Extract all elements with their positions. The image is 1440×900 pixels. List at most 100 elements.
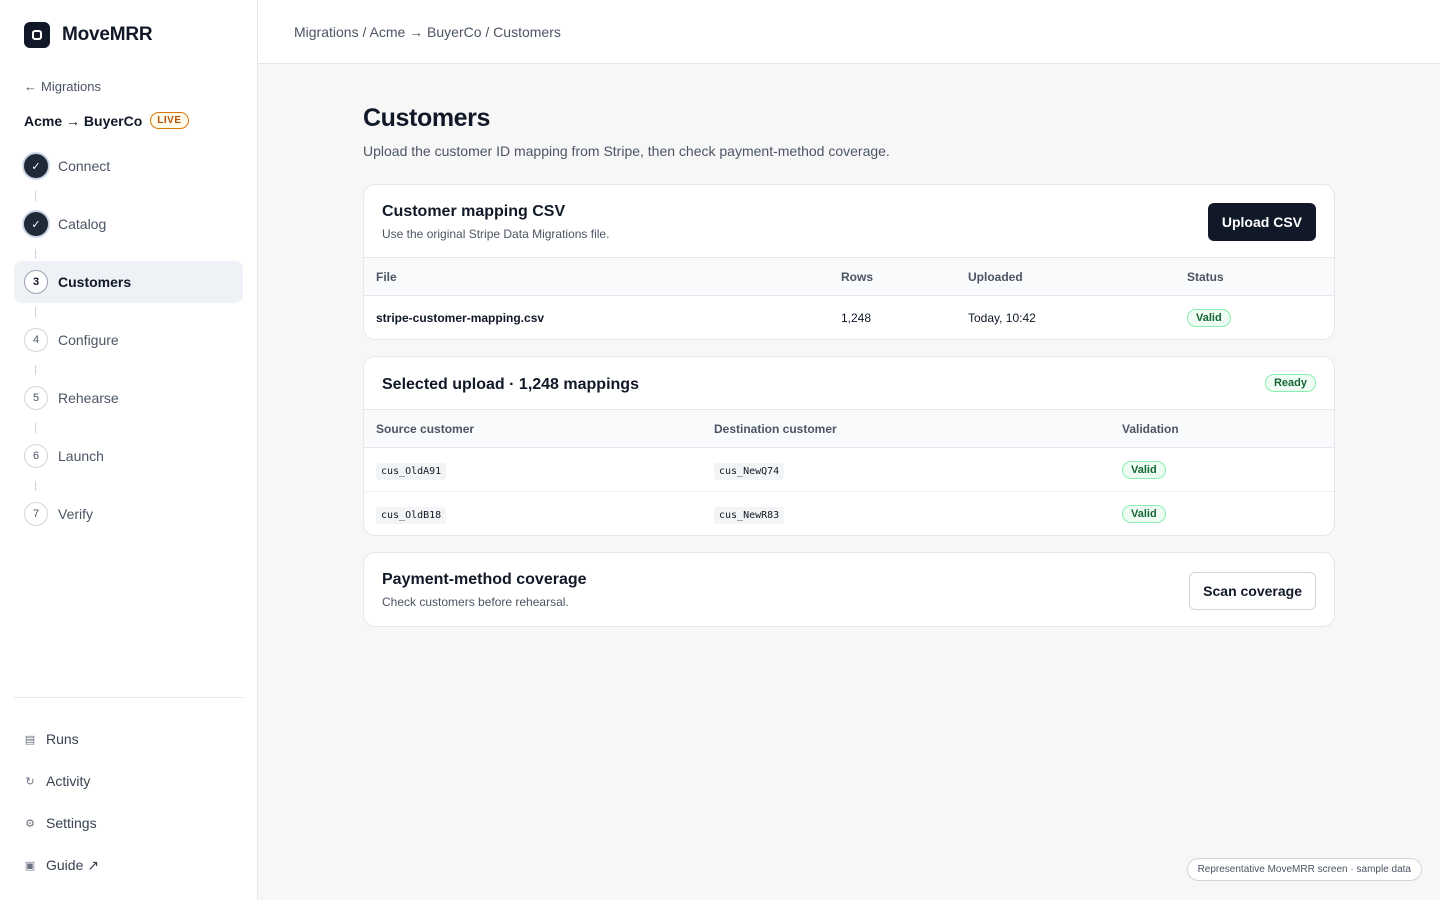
step-number: 4 <box>24 328 48 352</box>
coverage-card-text: Payment-method coverage Check customers … <box>382 553 1316 609</box>
upload-csv-button[interactable]: Upload CSV <box>1207 203 1316 241</box>
step-number: 7 <box>24 502 48 526</box>
mapping-card-header: Customer mapping CSV Use the original St… <box>364 185 1334 257</box>
mapping-card: Customer mapping CSV Use the original St… <box>363 184 1335 340</box>
breadcrumb[interactable]: Migrations / Acme → BuyerCo / Customers <box>294 24 561 40</box>
check-icon: ✓ <box>24 212 48 236</box>
step-label: Launch <box>58 448 104 464</box>
coverage-card: Payment-method coverage Check customers … <box>363 552 1335 627</box>
live-badge: LIVE <box>150 112 189 129</box>
sample-data-note: Representative MoveMRR screen · sample d… <box>1186 858 1422 881</box>
selected-card-title: Selected upload · 1,248 mappings <box>382 376 639 393</box>
book-icon: ▣ <box>24 859 36 872</box>
sidebar: MoveMRR ← Migrations Acme → BuyerCo LIVE… <box>0 0 258 900</box>
step-number: 6 <box>24 444 48 468</box>
status-badge: Valid <box>1187 308 1231 327</box>
sidebar-divider <box>14 697 243 698</box>
file-name[interactable]: stripe-customer-mapping.csv <box>364 296 829 340</box>
step-connector <box>35 365 36 375</box>
brand-name: MoveMRR <box>62 24 153 45</box>
table-row[interactable]: stripe-customer-mapping.csv 1,248 Today,… <box>364 296 1334 340</box>
steps-nav: ✓ Connect ✓ Catalog 3 Customers 4 Config… <box>14 145 243 551</box>
step-connector <box>35 307 36 317</box>
selected-card-header: Selected upload · 1,248 mappings Ready <box>364 357 1334 409</box>
coverage-card-description: Check customers before rehearsal. <box>382 595 569 609</box>
nav-runs[interactable]: ▤ Runs <box>24 718 99 760</box>
step-connect[interactable]: ✓ Connect <box>14 145 243 187</box>
uploaded-time: Today, 10:42 <box>968 310 1036 325</box>
destination-cell: cus_NewQ74 <box>702 447 1110 492</box>
table-row[interactable]: cus_OldB18 cus_NewR83 Valid <box>364 492 1334 536</box>
source-customer-id: cus_OldB18 <box>376 506 447 524</box>
column-header[interactable]: Source customer <box>364 409 702 448</box>
column-header[interactable]: Validation <box>1110 409 1334 448</box>
step-label: Connect <box>58 158 111 174</box>
ready-badge: Ready <box>1264 374 1316 392</box>
topbar: Migrations / Acme → BuyerCo / Customers <box>258 0 1440 64</box>
column-header[interactable]: Uploaded <box>956 257 1175 296</box>
column-header[interactable]: Destination customer <box>702 409 1110 448</box>
step-label: Verify <box>58 506 94 522</box>
validation-cell: Valid <box>1110 492 1334 536</box>
migration-title: Acme → BuyerCo LIVE <box>24 112 189 129</box>
arrow-left-icon: ← <box>24 79 37 94</box>
source-cell: cus_OldA91 <box>364 447 702 492</box>
nav-activity[interactable]: ↻ Activity <box>24 760 99 802</box>
table-header-row: Source customer Destination customer Val… <box>364 409 1334 448</box>
page-subtitle: Upload the customer ID mapping from Stri… <box>363 143 890 159</box>
step-number: 3 <box>24 270 48 294</box>
step-launch[interactable]: 6 Launch <box>14 435 243 477</box>
step-label: Catalog <box>58 216 107 232</box>
mapping-card-text: Customer mapping CSV Use the original St… <box>382 185 1316 241</box>
list-icon: ▤ <box>24 733 36 746</box>
step-catalog[interactable]: ✓ Catalog <box>14 203 243 245</box>
step-label: Customers <box>58 274 132 290</box>
mappings-table: Source customer Destination customer Val… <box>364 409 1334 536</box>
selected-upload-card: Selected upload · 1,248 mappings Ready S… <box>363 356 1335 536</box>
bottom-nav: ▤ Runs ↻ Activity ⚙ Settings ▣ Guide ↗ <box>24 718 99 886</box>
row-count: 1,248 <box>841 310 872 325</box>
source-cell: cus_OldB18 <box>364 492 702 536</box>
step-customers[interactable]: 3 Customers <box>14 261 243 303</box>
nav-guide[interactable]: ▣ Guide ↗ <box>24 844 99 886</box>
migration-name: Acme → BuyerCo <box>24 112 143 129</box>
validation-cell: Valid <box>1110 447 1334 492</box>
back-link-label: Migrations <box>41 79 101 94</box>
column-header[interactable]: Status <box>1175 257 1334 296</box>
step-configure[interactable]: 4 Configure <box>14 319 243 361</box>
nav-label: Runs <box>46 731 79 747</box>
main-content: Customers Upload the customer ID mapping… <box>363 104 1335 627</box>
table-row[interactable]: cus_OldA91 cus_NewQ74 Valid <box>364 447 1334 492</box>
nav-label: Activity <box>46 773 91 789</box>
mapping-card-description: Use the original Stripe Data Migrations … <box>382 227 610 241</box>
source-customer-id: cus_OldA91 <box>376 462 447 480</box>
step-label: Rehearse <box>58 390 119 406</box>
step-connector <box>35 423 36 433</box>
table-header-row: File Rows Uploaded Status <box>364 257 1334 296</box>
nav-label: Guide ↗ <box>46 856 99 873</box>
status-cell: Valid <box>1175 296 1334 340</box>
destination-customer-id: cus_NewQ74 <box>714 462 785 480</box>
coverage-card-title: Payment-method coverage <box>382 571 587 588</box>
destination-cell: cus_NewR83 <box>702 492 1110 536</box>
step-verify[interactable]: 7 Verify <box>14 493 243 535</box>
column-header[interactable]: Rows <box>829 257 956 296</box>
nav-settings[interactable]: ⚙ Settings <box>24 802 99 844</box>
step-rehearse[interactable]: 5 Rehearse <box>14 377 243 419</box>
step-label: Configure <box>58 332 119 348</box>
brand[interactable]: MoveMRR <box>24 22 153 48</box>
column-header[interactable]: File <box>364 257 829 296</box>
check-icon: ✓ <box>24 154 48 178</box>
destination-customer-id: cus_NewR83 <box>714 506 785 524</box>
validation-badge: Valid <box>1122 460 1166 479</box>
mapping-table: File Rows Uploaded Status stripe-custome… <box>364 257 1334 340</box>
page-title: Customers <box>363 104 490 132</box>
back-to-migrations-link[interactable]: ← Migrations <box>24 79 101 94</box>
step-connector <box>35 191 36 201</box>
logo-icon <box>24 22 50 48</box>
mapping-card-title: Customer mapping CSV <box>382 203 566 220</box>
step-number: 5 <box>24 386 48 410</box>
step-connector <box>35 249 36 259</box>
step-connector <box>35 481 36 491</box>
scan-coverage-button[interactable]: Scan coverage <box>1189 572 1316 610</box>
